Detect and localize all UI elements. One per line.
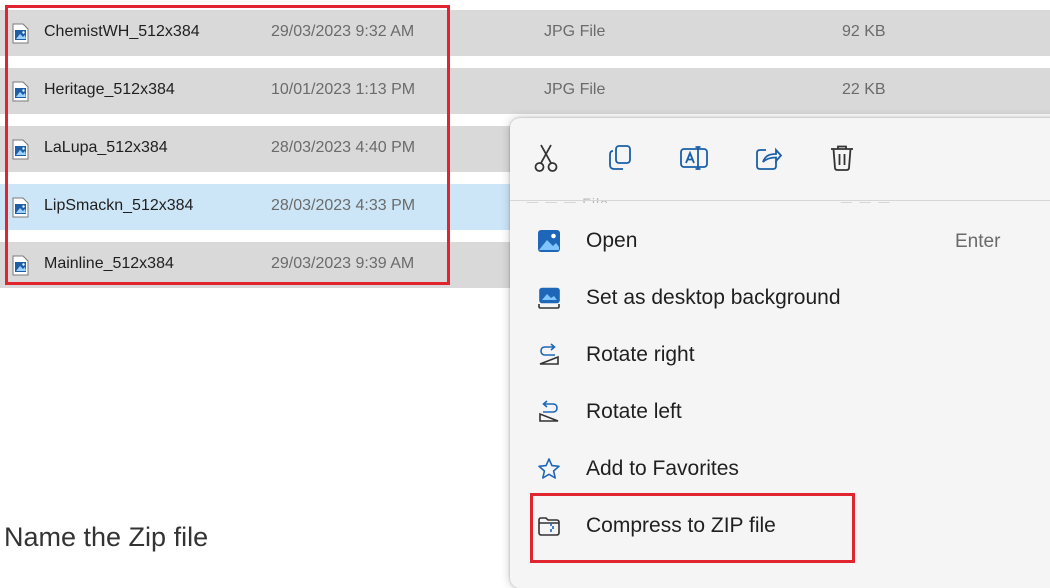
file-row[interactable]: Heritage_512x384 10/01/2023 1:13 PM JPG … [0,68,1050,114]
file-type: JPG File [544,23,606,40]
file-date-modified: 29/03/2023 9:32 AM [271,23,415,40]
jpg-image-file-icon [12,197,29,218]
jpg-image-file-icon [12,23,29,44]
file-date-modified: 29/03/2023 9:39 AM [271,255,415,272]
file-date-modified: 10/01/2023 1:13 PM [271,81,416,98]
rename-icon [679,144,709,177]
file-row[interactable]: ChemistWH_512x384 29/03/2023 9:32 AM JPG… [0,10,1050,56]
copy-icon [607,144,633,177]
jpg-image-file-icon [12,81,29,102]
desktop-background-icon [536,285,562,311]
obscured-text: ᅳ ᅳ ᅳ [840,195,892,203]
menu-item-set-desktop-background[interactable]: Set as desktop background [510,274,1050,324]
menu-item-rotate-left[interactable]: Rotate left [510,388,1050,438]
jpg-image-file-icon [12,139,29,160]
trash-icon [829,144,855,177]
rotate-left-icon [536,399,562,425]
step-caption: Name the Zip file [4,522,209,552]
file-name: LaLupa_512x384 [44,139,168,156]
cut-button[interactable] [530,144,562,176]
file-date-modified: 28/03/2023 4:40 PM [271,139,416,156]
star-icon [536,456,562,482]
file-name: LipSmackn_512x384 [44,197,194,214]
menu-item-add-to-favorites[interactable]: Add to Favorites [510,445,1050,495]
menu-item-label: Open [586,229,638,252]
rename-button[interactable] [678,144,710,176]
context-menu-quick-actions [510,118,1050,200]
menu-item-rotate-right[interactable]: Rotate right [510,331,1050,381]
rotate-right-icon [536,342,562,368]
zip-folder-icon [536,513,562,539]
menu-item-label: Compress to ZIP file [586,514,776,537]
delete-button[interactable] [826,144,858,176]
file-date-modified: 28/03/2023 4:33 PM [271,197,416,214]
menu-divider [510,200,1050,201]
menu-item-open[interactable]: Open Enter [510,217,1050,267]
file-name: Heritage_512x384 [44,81,175,98]
file-type: JPG File [544,81,606,98]
scissors-icon [532,143,560,178]
menu-item-compress-to-zip[interactable]: Compress to ZIP file [510,502,1050,552]
context-menu: ᅳ ᅳ ᅳ File ᅳ ᅳ ᅳ Open Enter Set as deskt… [510,118,1050,588]
file-size: 22 KB [842,81,886,98]
file-name: Mainline_512x384 [44,255,174,272]
obscured-text: ᅳ ᅳ ᅳ File [526,195,609,203]
menu-item-label: Set as desktop background [586,286,841,309]
menu-item-label: Rotate right [586,343,695,366]
file-name: ChemistWH_512x384 [44,23,200,40]
jpg-image-file-icon [12,255,29,276]
copy-button[interactable] [604,144,636,176]
share-icon [754,144,783,177]
menu-item-label: Add to Favorites [586,457,739,480]
menu-item-shortcut: Enter [955,231,1001,252]
file-size: 92 KB [842,23,886,40]
menu-item-label: Rotate left [586,400,682,423]
share-button[interactable] [752,144,784,176]
photos-app-icon [536,228,562,254]
